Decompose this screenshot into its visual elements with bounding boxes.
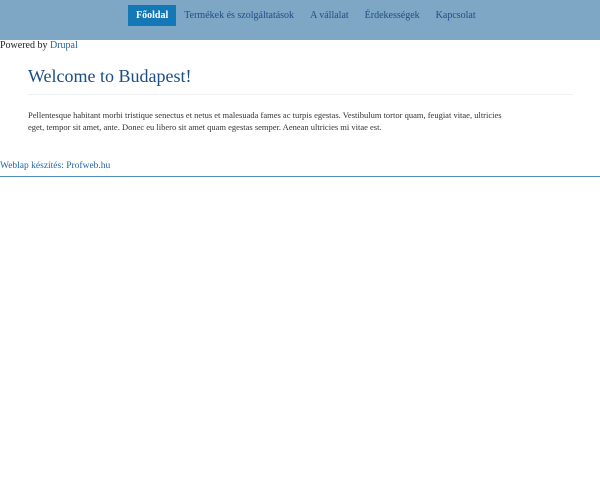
body-paragraph: Pellentesque habitant morbi tristique se… xyxy=(28,110,502,132)
top-navigation-bar: Főoldal Termékek és szolgáltatások A vál… xyxy=(0,0,600,40)
footer-credit-link[interactable]: Weblap készítés: Profweb.hu xyxy=(0,161,110,171)
powered-by: Powered by Drupal xyxy=(0,40,78,52)
title-divider xyxy=(28,94,573,95)
nav-item-fooldal[interactable]: Főoldal xyxy=(128,5,177,26)
main-content: Welcome to Budapest! Pellentesque habita… xyxy=(28,64,573,142)
drupal-link[interactable]: Drupal xyxy=(50,40,78,51)
nav-item-erdekessegek[interactable]: Érdekességek xyxy=(357,5,428,26)
nav-item-vallalat[interactable]: A vállalat xyxy=(302,5,357,26)
footer-divider xyxy=(0,176,600,177)
nav-item-kapcsolat[interactable]: Kapcsolat xyxy=(428,5,484,26)
powered-by-label: Powered by xyxy=(0,40,48,51)
nav-item-termekek[interactable]: Termékek és szolgáltatások xyxy=(176,5,302,26)
main-menu: Főoldal Termékek és szolgáltatások A vál… xyxy=(128,5,484,26)
page-title: Welcome to Budapest! xyxy=(28,66,192,86)
footer: Weblap készítés: Profweb.hu xyxy=(0,160,110,172)
